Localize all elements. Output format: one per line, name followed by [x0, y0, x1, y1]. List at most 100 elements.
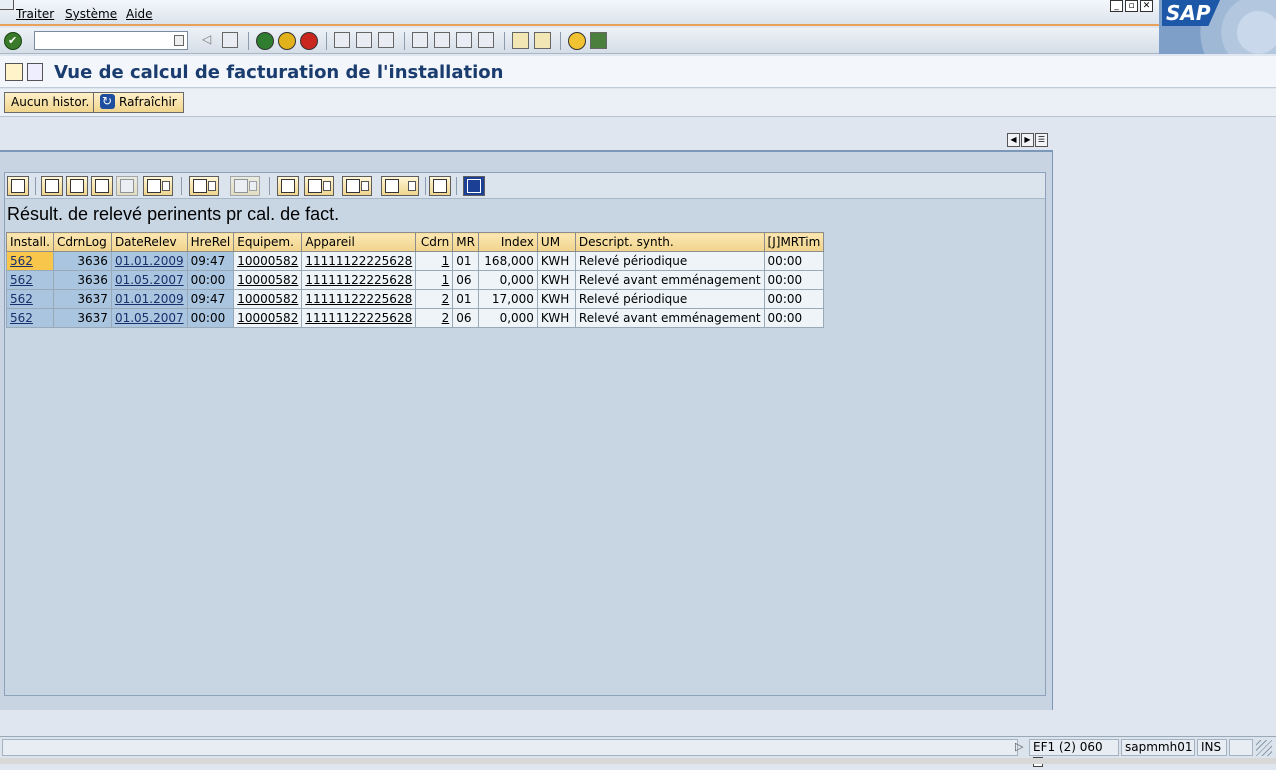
device-link[interactable]: 11111122225628: [305, 254, 412, 268]
cell-hre[interactable]: 09:47: [186, 251, 235, 271]
date-link[interactable]: 01.01.2009: [115, 292, 184, 306]
cell-cdrn[interactable]: 2: [415, 308, 454, 328]
cell-date[interactable]: 01.05.2007: [110, 308, 188, 328]
cell-hre[interactable]: 00:00: [186, 270, 235, 290]
scroll-right-icon[interactable]: ▶: [1021, 133, 1034, 147]
export-button[interactable]: [342, 176, 372, 196]
cell-mrtim[interactable]: 00:00: [763, 289, 825, 309]
equipment-link[interactable]: 10000582: [237, 273, 298, 287]
menu-aide[interactable]: Aide: [126, 7, 153, 21]
cell-cdrnlog[interactable]: 3637: [52, 289, 112, 309]
cell-index[interactable]: 0,000: [477, 270, 538, 290]
column-header-equipem[interactable]: Equipem.: [233, 232, 303, 252]
status-expand-icon[interactable]: ▷: [1015, 740, 1023, 753]
total-button[interactable]: [189, 176, 219, 196]
install-link[interactable]: 562: [10, 254, 33, 268]
close-icon[interactable]: ✕: [1140, 0, 1153, 12]
menu-traiter[interactable]: Traiter: [16, 7, 54, 21]
install-link[interactable]: 562: [10, 273, 33, 287]
command-field[interactable]: [34, 31, 188, 50]
graphic-button[interactable]: [429, 176, 451, 196]
filter-button[interactable]: [143, 176, 173, 196]
column-header-appareil[interactable]: Appareil: [301, 232, 417, 252]
scroll-left-icon[interactable]: ◀: [1007, 133, 1020, 147]
column-header-cdrn[interactable]: Cdrn: [415, 232, 454, 252]
column-header-hrerel[interactable]: HreRel: [186, 232, 235, 252]
register-link[interactable]: 2: [442, 292, 450, 306]
minimize-icon[interactable]: _: [1110, 0, 1123, 12]
cell-index[interactable]: 17,000: [477, 289, 538, 309]
column-header-um[interactable]: UM: [536, 232, 576, 252]
cell-mr[interactable]: 06: [452, 308, 479, 328]
cell-install[interactable]: 562: [6, 251, 54, 271]
cell-appareil[interactable]: 11111122225628: [301, 251, 417, 271]
date-link[interactable]: 01.01.2009: [115, 254, 184, 268]
column-header-cdrnlog[interactable]: CdrnLog: [52, 232, 112, 252]
help-icon[interactable]: [568, 32, 586, 50]
cell-cdrnlog[interactable]: 3637: [52, 308, 112, 328]
cell-appareil[interactable]: 11111122225628: [301, 270, 417, 290]
cell-mr[interactable]: 01: [452, 289, 479, 309]
device-link[interactable]: 11111122225628: [305, 273, 412, 287]
date-link[interactable]: 01.05.2007: [115, 273, 184, 287]
table-row[interactable]: 562 3637 01.01.2009 09:47 10000582 11111…: [6, 289, 825, 309]
refresh-button[interactable]: Rafraîchir: [93, 92, 184, 113]
equipment-link[interactable]: 10000582: [237, 254, 298, 268]
cell-equip[interactable]: 10000582: [233, 308, 303, 328]
cell-desc[interactable]: Relevé avant emménagement: [574, 308, 765, 328]
cell-date[interactable]: 01.01.2009: [110, 251, 188, 271]
container-menu-icon[interactable]: ☰: [1035, 133, 1048, 147]
date-link[interactable]: 01.05.2007: [115, 311, 184, 325]
maximize-icon[interactable]: ▫: [1125, 0, 1138, 12]
cell-install[interactable]: 562: [6, 308, 54, 328]
column-header-mr[interactable]: MR: [452, 232, 479, 252]
layout-button[interactable]: [381, 176, 419, 196]
cell-um[interactable]: KWH: [536, 289, 576, 309]
sort-descending-button[interactable]: [66, 176, 88, 196]
information-button[interactable]: [463, 176, 485, 196]
cell-date[interactable]: 01.01.2009: [110, 289, 188, 309]
cell-desc[interactable]: Relevé avant emménagement: [574, 270, 765, 290]
enter-icon[interactable]: [4, 32, 22, 50]
column-header-install[interactable]: Install.: [6, 232, 54, 252]
find-button[interactable]: [91, 176, 113, 196]
device-link[interactable]: 11111122225628: [305, 292, 412, 306]
command-history-icon[interactable]: [174, 35, 184, 46]
cell-mrtim[interactable]: 00:00: [763, 270, 825, 290]
cell-cdrnlog[interactable]: 3636: [52, 251, 112, 271]
back-icon[interactable]: [256, 32, 274, 50]
title-dropdown-icon[interactable]: [27, 63, 43, 81]
register-link[interactable]: 2: [442, 311, 450, 325]
cell-desc[interactable]: Relevé périodique: [574, 289, 765, 309]
cell-index[interactable]: 0,000: [477, 308, 538, 328]
install-link[interactable]: 562: [10, 311, 33, 325]
resize-grip-icon[interactable]: [1256, 740, 1272, 756]
table-row[interactable]: 562 3637 01.05.2007 00:00 10000582 11111…: [6, 308, 825, 328]
cell-cdrn[interactable]: 1: [415, 270, 454, 290]
cell-mr[interactable]: 06: [452, 270, 479, 290]
cell-um[interactable]: KWH: [536, 308, 576, 328]
cell-mrtim[interactable]: 00:00: [763, 251, 825, 271]
cell-mrtim[interactable]: 00:00: [763, 308, 825, 328]
display-change-icon[interactable]: [5, 63, 23, 81]
column-header-daterelev[interactable]: DateRelev: [110, 232, 188, 252]
cell-equip[interactable]: 10000582: [233, 270, 303, 290]
layout-menu-icon[interactable]: [590, 32, 607, 49]
cell-cdrn[interactable]: 1: [415, 251, 454, 271]
table-row[interactable]: 562 3636 01.01.2009 09:47 10000582 11111…: [6, 251, 825, 271]
views-button[interactable]: [304, 176, 334, 196]
cell-cdrnlog[interactable]: 3636: [52, 270, 112, 290]
details-button[interactable]: [7, 176, 29, 196]
new-session-icon[interactable]: [512, 32, 529, 49]
table-row[interactable]: 562 3636 01.05.2007 00:00 10000582 11111…: [6, 270, 825, 290]
cell-install[interactable]: 562: [6, 270, 54, 290]
cell-um[interactable]: KWH: [536, 270, 576, 290]
cell-appareil[interactable]: 11111122225628: [301, 308, 417, 328]
cell-um[interactable]: KWH: [536, 251, 576, 271]
menu-systeme[interactable]: Système: [65, 7, 117, 21]
device-link[interactable]: 11111122225628: [305, 311, 412, 325]
system-menu-icon[interactable]: [0, 0, 14, 10]
install-link[interactable]: 562: [10, 292, 33, 306]
cell-hre[interactable]: 09:47: [186, 289, 235, 309]
column-header-index[interactable]: Index: [477, 232, 538, 252]
